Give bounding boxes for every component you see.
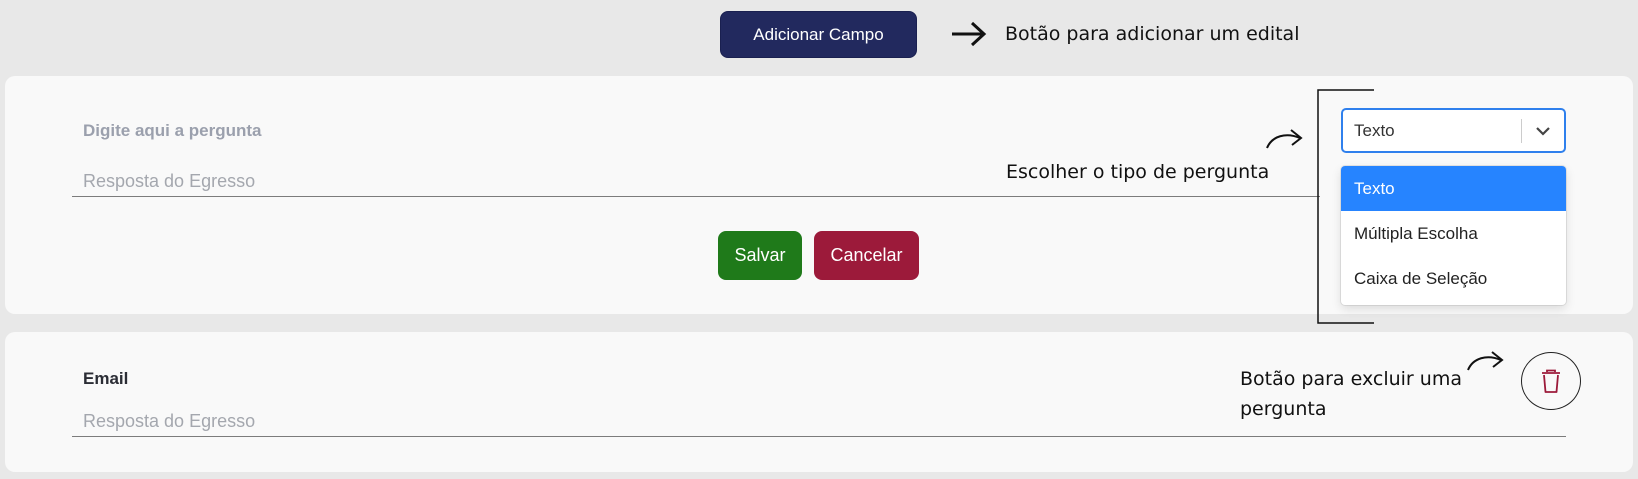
answer-placeholder: Resposta do Egresso [83,411,256,431]
trash-icon [1542,369,1560,393]
curved-arrow-icon [1266,129,1303,149]
question-type-menu: Texto Múltipla Escolha Caixa de Seleção [1341,166,1566,305]
answer-underline [72,436,1566,437]
arrow-right-icon [952,21,987,47]
question-type-value: Texto [1354,120,1395,140]
annotation-choose-type: Escolher o tipo de pergunta [1006,161,1270,183]
annotation-add-field: Botão para adicionar um edital [1005,23,1300,45]
question-title: Email [83,369,129,388]
option-texto[interactable]: Texto [1341,166,1566,211]
curved-arrow-icon [1467,351,1504,371]
cancel-button[interactable]: Cancelar [814,231,919,280]
add-field-button[interactable]: Adicionar Campo [720,11,917,58]
save-button[interactable]: Salvar [718,231,802,280]
question-type-select[interactable]: Texto [1341,108,1566,153]
question-card [5,332,1633,472]
answer-placeholder: Resposta do Egresso [83,171,256,191]
option-caixa-de-selecao[interactable]: Caixa de Seleção [1341,256,1566,301]
chevron-down-icon[interactable] [1522,110,1564,151]
option-multipla-escolha[interactable]: Múltipla Escolha [1341,211,1566,256]
delete-question-button[interactable] [1521,352,1581,410]
annotation-delete-line2: pergunta [1240,398,1327,420]
annotation-delete-line1: Botão para excluir uma [1240,368,1462,390]
answer-underline [72,196,1320,197]
question-input[interactable]: Digite aqui a pergunta [83,121,262,141]
